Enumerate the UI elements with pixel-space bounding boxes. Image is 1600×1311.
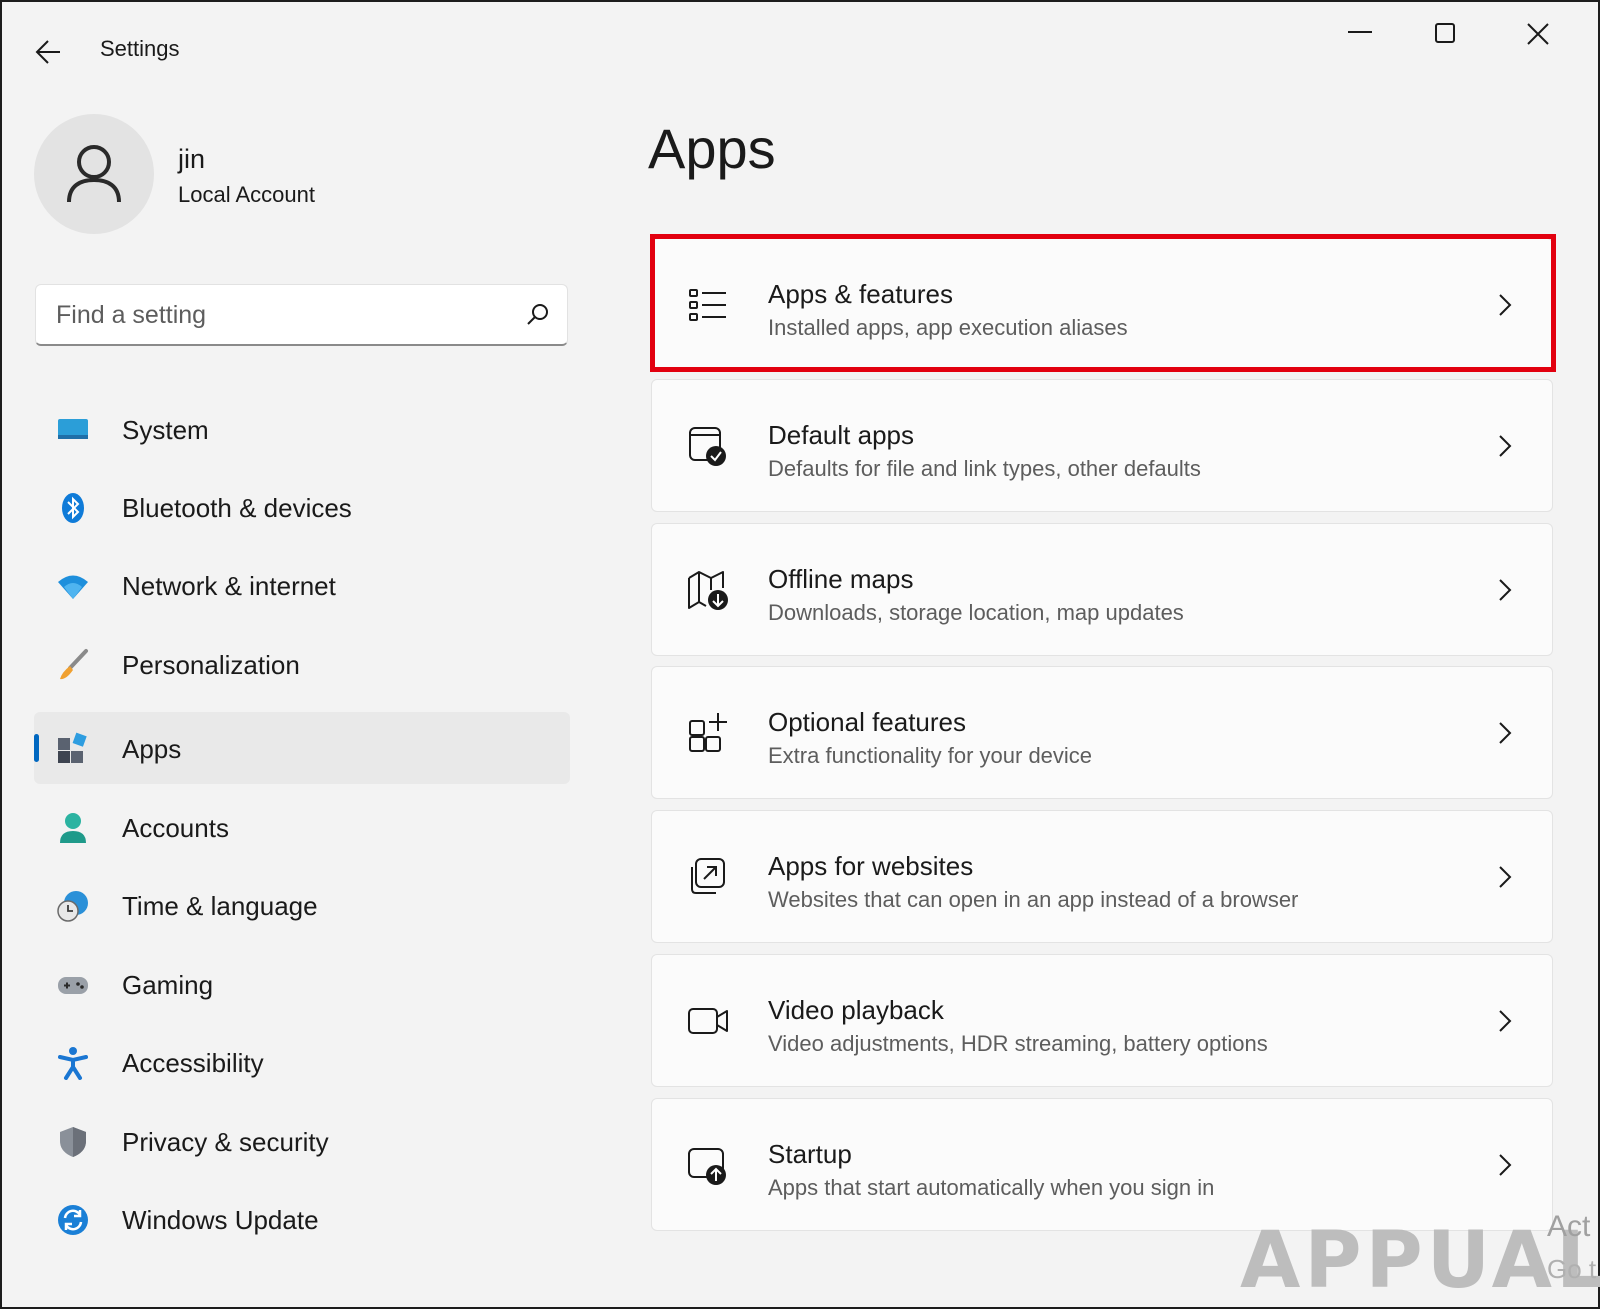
sidebar-item-label: Windows Update <box>122 1205 319 1235</box>
back-arrow-icon <box>35 40 60 64</box>
chevron-right-icon <box>1499 722 1512 744</box>
minimize-button[interactable] <box>1338 16 1398 56</box>
gamepad-icon <box>58 977 88 994</box>
chevron-right-icon <box>1499 579 1512 601</box>
card-apps-features[interactable]: Apps & features Installed apps, app exec… <box>651 238 1553 371</box>
watermark: APPUALS Act Go t <box>1240 1192 1600 1311</box>
open-link-icon <box>691 858 725 894</box>
card-offline-maps[interactable]: Offline maps Downloads, storage location… <box>651 523 1553 656</box>
card-subtitle: Apps that start automatically when you s… <box>768 1175 1215 1200</box>
search-icon[interactable] <box>524 301 552 329</box>
chevron-right-icon <box>1499 866 1512 888</box>
card-video-playback[interactable]: Video playback Video adjustments, HDR st… <box>651 954 1553 1087</box>
video-icon <box>688 1008 728 1034</box>
shield-icon <box>60 1127 86 1157</box>
maximize-icon <box>1435 23 1455 43</box>
card-title: Startup <box>768 1139 852 1169</box>
close-button[interactable] <box>1522 16 1582 56</box>
update-icon <box>58 1205 88 1235</box>
card-title: Apps for websites <box>768 851 974 881</box>
card-subtitle: Installed apps, app execution aliases <box>768 315 1128 340</box>
close-icon <box>1527 23 1549 45</box>
settings-window: Settings jin Local Account Find a settin… <box>0 0 1600 1309</box>
sidebar-item-label: Accessibility <box>122 1048 264 1078</box>
selected-indicator <box>34 734 39 762</box>
sidebar-item-label: Apps <box>122 734 182 764</box>
chevron-right-icon <box>1499 1154 1512 1176</box>
card-title: Offline maps <box>768 564 914 594</box>
account-type: Local Account <box>178 182 315 207</box>
sidebar-item-time-language[interactable]: Time & language <box>34 869 570 941</box>
card-default-apps[interactable]: Default apps Defaults for file and link … <box>651 379 1553 512</box>
card-title: Default apps <box>768 420 914 450</box>
search-box[interactable] <box>35 284 568 346</box>
wifi-icon <box>58 575 88 599</box>
clock-globe-icon <box>57 891 88 922</box>
app-title: Settings <box>100 36 180 61</box>
card-subtitle: Extra functionality for your device <box>768 743 1093 768</box>
sidebar-item-label: Privacy & security <box>122 1127 329 1157</box>
card-optional-features[interactable]: Optional features Extra functionality fo… <box>651 666 1553 799</box>
search-input[interactable] <box>56 299 496 331</box>
sidebar-item-label: Accounts <box>122 813 229 843</box>
card-subtitle: Downloads, storage location, map updates <box>768 600 1184 625</box>
sidebar-item-personalization[interactable]: Personalization <box>34 628 570 700</box>
add-grid-icon <box>689 713 727 752</box>
accessibility-icon <box>58 1047 88 1080</box>
startup-icon <box>688 1148 726 1185</box>
activation-text-line1: Act <box>1547 1210 1591 1243</box>
map-download-icon <box>688 571 728 610</box>
sidebar-item-accounts[interactable]: Accounts <box>34 791 570 863</box>
back-button[interactable] <box>30 32 70 72</box>
sidebar-item-gaming[interactable]: Gaming <box>34 948 570 1020</box>
sidebar-item-privacy[interactable]: Privacy & security <box>34 1105 570 1177</box>
sidebar-item-network[interactable]: Network & internet <box>34 549 570 621</box>
card-title: Apps & features <box>768 279 953 309</box>
card-title: Video playback <box>768 995 944 1025</box>
maximize-button[interactable] <box>1430 16 1490 56</box>
user-name: jin <box>178 144 206 174</box>
brush-icon <box>60 649 88 680</box>
card-subtitle: Websites that can open in an app instead… <box>768 887 1299 912</box>
sidebar-item-label: Network & internet <box>122 571 336 601</box>
accounts-icon <box>60 813 86 843</box>
sidebar-item-system[interactable]: System <box>34 393 570 465</box>
minimize-icon <box>1348 31 1372 33</box>
sidebar-item-label: Personalization <box>122 650 300 680</box>
default-apps-icon <box>689 427 726 466</box>
chevron-right-icon <box>1499 1010 1512 1032</box>
watermark-logo: APPUALS <box>1240 1216 1600 1306</box>
sidebar-item-accessibility[interactable]: Accessibility <box>34 1026 570 1098</box>
sidebar-item-apps[interactable]: Apps <box>34 712 570 784</box>
card-title: Optional features <box>768 707 967 737</box>
sidebar-item-label: Bluetooth & devices <box>122 493 352 523</box>
list-icon <box>689 289 726 321</box>
apps-icon <box>58 732 87 763</box>
sidebar-item-label: System <box>122 415 209 445</box>
sidebar-item-label: Gaming <box>122 970 214 1000</box>
avatar[interactable] <box>34 114 154 234</box>
bluetooth-icon <box>62 493 84 523</box>
sidebar-item-windows-update[interactable]: Windows Update <box>34 1183 570 1255</box>
activation-text-line2: Go t <box>1547 1254 1597 1284</box>
chevron-right-icon <box>1499 435 1512 457</box>
system-icon <box>58 419 88 439</box>
card-apps-for-websites[interactable]: Apps for websites Websites that can open… <box>651 810 1553 943</box>
sidebar-item-bluetooth[interactable]: Bluetooth & devices <box>34 471 570 543</box>
card-subtitle: Video adjustments, HDR streaming, batter… <box>768 1031 1268 1056</box>
card-subtitle: Defaults for file and link types, other … <box>768 456 1201 481</box>
title-bar: Settings <box>2 2 1598 94</box>
person-icon <box>67 145 121 203</box>
sidebar-item-label: Time & language <box>122 891 318 921</box>
page-title: Apps <box>648 117 776 180</box>
chevron-right-icon <box>1499 294 1512 316</box>
